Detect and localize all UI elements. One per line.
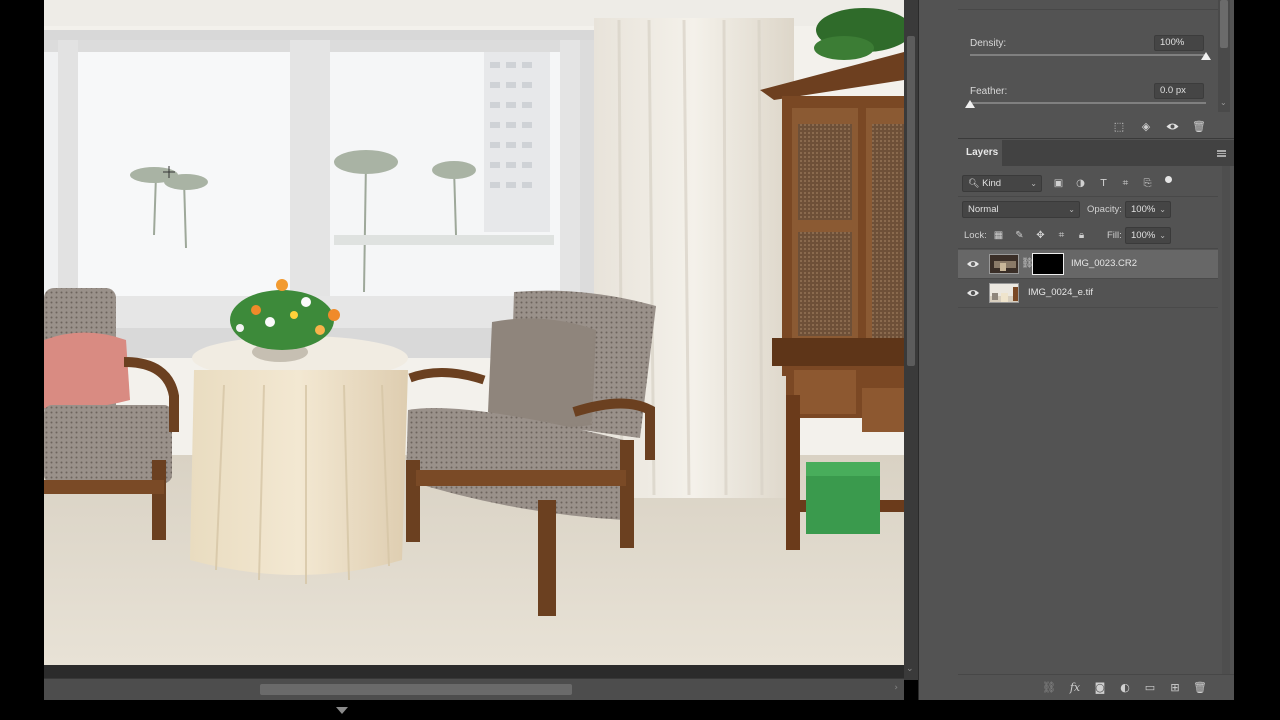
- layers-panel-header: Layers: [958, 140, 1234, 166]
- layer-separator: [958, 307, 1218, 308]
- properties-mask-actions: ⬚ ◈ 🗑: [958, 116, 1218, 138]
- adjustment-layer-icon[interactable]: ◐: [1117, 680, 1133, 696]
- density-label: Density:: [970, 38, 1007, 49]
- lock-row-separator: [958, 248, 1218, 249]
- chevron-down-icon: ⌄: [1030, 179, 1037, 188]
- group-folder-icon[interactable]: ▭: [1142, 680, 1158, 696]
- layer-visibility-eye-icon[interactable]: [966, 258, 980, 270]
- layer-row[interactable]: IMG_0024_e.tif: [958, 279, 1218, 307]
- tab-layers[interactable]: Layers: [958, 140, 1002, 166]
- panels-dock: [958, 0, 1234, 700]
- feather-slider-track[interactable]: [970, 102, 1206, 104]
- filter-pixel-icon[interactable]: ▣: [1052, 177, 1065, 190]
- fill-label: Fill:: [1107, 230, 1122, 241]
- properties-top-separator: [958, 0, 1218, 10]
- density-slider-handle[interactable]: [1201, 52, 1211, 60]
- layer-visibility-eye-icon[interactable]: [966, 287, 980, 299]
- expand-status-icon[interactable]: [336, 707, 348, 714]
- layer-filter-kind-select[interactable]: 🔍︎ Kind ⌄: [962, 175, 1042, 192]
- lock-position-icon[interactable]: ✥: [1034, 229, 1047, 242]
- document-canvas[interactable]: › ⌄: [0, 0, 918, 720]
- horizontal-scroll-thumb[interactable]: [260, 684, 572, 695]
- lock-image-brush-icon[interactable]: ✎: [1013, 229, 1026, 242]
- feather-value-field[interactable]: 0.0 px: [1154, 83, 1204, 99]
- document-photo[interactable]: [44, 0, 904, 665]
- lock-label: Lock:: [964, 230, 987, 241]
- selection-icon[interactable]: ⬚: [1111, 118, 1127, 134]
- invert-mask-icon[interactable]: ◈: [1138, 118, 1154, 134]
- layer-thumbnail[interactable]: [989, 283, 1019, 303]
- properties-scroll-down-icon[interactable]: ⌄: [1220, 98, 1227, 107]
- lock-artboard-icon[interactable]: ⌗: [1055, 229, 1068, 242]
- opacity-value: 100%: [1131, 204, 1156, 215]
- canvas-pasteboard: [44, 665, 904, 678]
- layer-mask-thumbnail[interactable]: [1032, 253, 1064, 275]
- filter-kind-value: Kind: [982, 178, 1002, 189]
- panel-bottom-edge: [918, 700, 1234, 720]
- filter-adjustment-icon[interactable]: ◑: [1074, 177, 1087, 190]
- search-icon: 🔍︎: [968, 179, 980, 189]
- blend-mode-value: Normal: [968, 204, 999, 215]
- fill-field[interactable]: 100% ⌄: [1125, 227, 1171, 244]
- new-layer-icon[interactable]: ⊞: [1167, 680, 1183, 696]
- opacity-label: Opacity:: [1087, 204, 1122, 215]
- density-slider-track[interactable]: [970, 54, 1206, 56]
- feather-slider-handle[interactable]: [965, 100, 975, 108]
- fill-value: 100%: [1131, 230, 1156, 241]
- vertical-scrollbar[interactable]: ⌄: [904, 0, 918, 680]
- panel-dock-divider: [918, 0, 958, 700]
- lock-transparent-icon[interactable]: ▦: [992, 229, 1005, 242]
- add-mask-icon[interactable]: ◙: [1092, 680, 1108, 696]
- chevron-down-icon: ⌄: [1159, 231, 1166, 240]
- filter-shape-icon[interactable]: ⌗: [1119, 177, 1132, 190]
- fx-icon[interactable]: fx: [1067, 680, 1083, 696]
- eye-icon[interactable]: [1164, 118, 1180, 134]
- layers-scrollbar[interactable]: [1222, 166, 1230, 674]
- link-layers-icon[interactable]: ⛓︎: [1041, 680, 1057, 696]
- chevron-down-icon: ⌄: [1068, 205, 1075, 214]
- scroll-down-arrow-icon[interactable]: ⌄: [906, 664, 914, 674]
- filter-type-icon[interactable]: T: [1097, 177, 1110, 190]
- filter-smart-object-icon[interactable]: ⎘: [1141, 177, 1154, 190]
- layer-row[interactable]: ⛓︎ IMG_0023.CR2: [958, 250, 1218, 278]
- opacity-field[interactable]: 100% ⌄: [1125, 201, 1171, 218]
- screen-edge: [1234, 0, 1280, 720]
- density-value-field[interactable]: 100%: [1154, 35, 1204, 51]
- layer-thumbnail[interactable]: [989, 254, 1019, 274]
- layer-name[interactable]: IMG_0023.CR2: [1071, 258, 1137, 269]
- trash-icon[interactable]: 🗑: [1191, 118, 1207, 134]
- properties-scrollbar[interactable]: [1218, 0, 1230, 112]
- filter-toggle-icon[interactable]: [1165, 176, 1172, 183]
- feather-label: Feather:: [970, 86, 1008, 97]
- filter-row-separator: [958, 196, 1218, 197]
- properties-bottom-separator: [958, 138, 1234, 139]
- layer-name[interactable]: IMG_0024_e.tif: [1028, 287, 1093, 298]
- vertical-scroll-thumb[interactable]: [907, 36, 915, 366]
- lock-all-icon[interactable]: 🔒︎: [1075, 229, 1088, 242]
- horizontal-scrollbar[interactable]: ›: [44, 678, 904, 700]
- delete-layer-icon[interactable]: 🗑: [1192, 680, 1208, 696]
- layers-panel-footer: ⛓︎ fx ◙ ◐ ▭ ⊞ 🗑: [958, 674, 1234, 700]
- panel-menu-icon[interactable]: [1217, 150, 1226, 157]
- properties-scroll-thumb[interactable]: [1220, 0, 1228, 48]
- blend-mode-select[interactable]: Normal ⌄: [962, 201, 1080, 218]
- scroll-right-arrow-icon[interactable]: ›: [894, 683, 898, 693]
- chevron-down-icon: ⌄: [1159, 205, 1166, 214]
- status-bar: [0, 700, 918, 720]
